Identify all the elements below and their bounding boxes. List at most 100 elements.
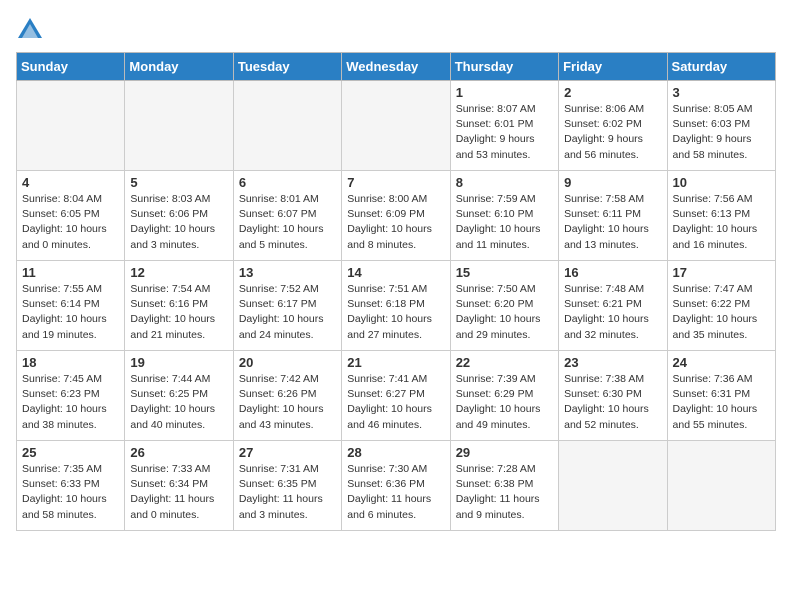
sunrise-text: Sunrise: 8:05 AM bbox=[673, 102, 770, 117]
daylight-text: Daylight: 10 hours and 3 minutes. bbox=[130, 222, 227, 252]
calendar-cell bbox=[17, 81, 125, 171]
daylight-text: Daylight: 10 hours and 38 minutes. bbox=[22, 402, 119, 432]
day-number: 9 bbox=[564, 175, 661, 190]
calendar-cell: 19 Sunrise: 7:44 AMSunset: 6:25 PMDayligh… bbox=[125, 351, 233, 441]
weekday-header-friday: Friday bbox=[559, 53, 667, 81]
day-detail: Sunrise: 7:31 AMSunset: 6:35 PMDaylight:… bbox=[239, 462, 336, 523]
sunrise-text: Sunrise: 8:07 AM bbox=[456, 102, 553, 117]
day-number: 25 bbox=[22, 445, 119, 460]
day-number: 23 bbox=[564, 355, 661, 370]
calendar-cell: 12 Sunrise: 7:54 AMSunset: 6:16 PMDayligh… bbox=[125, 261, 233, 351]
sunrise-text: Sunrise: 7:35 AM bbox=[22, 462, 119, 477]
day-number: 13 bbox=[239, 265, 336, 280]
daylight-text: Daylight: 10 hours and 8 minutes. bbox=[347, 222, 444, 252]
daylight-text: Daylight: 11 hours and 9 minutes. bbox=[456, 492, 553, 522]
day-detail: Sunrise: 7:50 AMSunset: 6:20 PMDaylight:… bbox=[456, 282, 553, 343]
calendar-cell: 7 Sunrise: 8:00 AMSunset: 6:09 PMDaylight… bbox=[342, 171, 450, 261]
day-detail: Sunrise: 7:41 AMSunset: 6:27 PMDaylight:… bbox=[347, 372, 444, 433]
daylight-text: Daylight: 11 hours and 0 minutes. bbox=[130, 492, 227, 522]
weekday-header-thursday: Thursday bbox=[450, 53, 558, 81]
sunset-text: Sunset: 6:26 PM bbox=[239, 387, 336, 402]
sunset-text: Sunset: 6:09 PM bbox=[347, 207, 444, 222]
calendar-cell: 10Sunrise: 7:56 AMSunset: 6:13 PMDayligh… bbox=[667, 171, 775, 261]
calendar-week-5: 25Sunrise: 7:35 AMSunset: 6:33 PMDayligh… bbox=[17, 441, 776, 531]
sunset-text: Sunset: 6:02 PM bbox=[564, 117, 661, 132]
day-number: 15 bbox=[456, 265, 553, 280]
daylight-text: Daylight: 9 hours and 56 minutes. bbox=[564, 132, 661, 162]
day-detail: Sunrise: 7:28 AMSunset: 6:38 PMDaylight:… bbox=[456, 462, 553, 523]
sunrise-text: Sunrise: 7:56 AM bbox=[673, 192, 770, 207]
day-number: 24 bbox=[673, 355, 770, 370]
sunset-text: Sunset: 6:06 PM bbox=[130, 207, 227, 222]
day-detail: Sunrise: 7:44 AMSunset: 6:25 PMDaylight:… bbox=[130, 372, 227, 433]
calendar-cell: 27Sunrise: 7:31 AMSunset: 6:35 PMDayligh… bbox=[233, 441, 341, 531]
sunrise-text: Sunrise: 7:30 AM bbox=[347, 462, 444, 477]
daylight-text: Daylight: 10 hours and 43 minutes. bbox=[239, 402, 336, 432]
sunrise-text: Sunrise: 7:44 AM bbox=[130, 372, 227, 387]
day-detail: Sunrise: 7:42 AMSunset: 6:26 PMDaylight:… bbox=[239, 372, 336, 433]
day-detail: Sunrise: 7:55 AMSunset: 6:14 PMDaylight:… bbox=[22, 282, 119, 343]
day-detail: Sunrise: 8:00 AMSunset: 6:09 PMDaylight:… bbox=[347, 192, 444, 253]
daylight-text: Daylight: 11 hours and 6 minutes. bbox=[347, 492, 444, 522]
sunset-text: Sunset: 6:21 PM bbox=[564, 297, 661, 312]
calendar-cell: 4 Sunrise: 8:04 AMSunset: 6:05 PMDaylight… bbox=[17, 171, 125, 261]
day-number: 4 bbox=[22, 175, 119, 190]
calendar-cell: 5Sunrise: 8:03 AMSunset: 6:06 PMDaylight… bbox=[125, 171, 233, 261]
sunset-text: Sunset: 6:20 PM bbox=[456, 297, 553, 312]
sunrise-text: Sunrise: 7:38 AM bbox=[564, 372, 661, 387]
sunrise-text: Sunrise: 7:48 AM bbox=[564, 282, 661, 297]
calendar-week-3: 11Sunrise: 7:55 AMSunset: 6:14 PMDayligh… bbox=[17, 261, 776, 351]
sunrise-text: Sunrise: 7:39 AM bbox=[456, 372, 553, 387]
daylight-text: Daylight: 11 hours and 3 minutes. bbox=[239, 492, 336, 522]
calendar-cell: 9 Sunrise: 7:58 AMSunset: 6:11 PMDaylight… bbox=[559, 171, 667, 261]
daylight-text: Daylight: 10 hours and 16 minutes. bbox=[673, 222, 770, 252]
day-detail: Sunrise: 7:58 AMSunset: 6:11 PMDaylight:… bbox=[564, 192, 661, 253]
sunrise-text: Sunrise: 7:55 AM bbox=[22, 282, 119, 297]
daylight-text: Daylight: 9 hours and 58 minutes. bbox=[673, 132, 770, 162]
sunset-text: Sunset: 6:29 PM bbox=[456, 387, 553, 402]
sunrise-text: Sunrise: 7:52 AM bbox=[239, 282, 336, 297]
sunset-text: Sunset: 6:35 PM bbox=[239, 477, 336, 492]
day-number: 12 bbox=[130, 265, 227, 280]
calendar-week-2: 4Sunrise: 8:04 AMSunset: 6:05 PMDaylight… bbox=[17, 171, 776, 261]
day-number: 7 bbox=[347, 175, 444, 190]
day-detail: Sunrise: 8:04 AMSunset: 6:05 PMDaylight:… bbox=[22, 192, 119, 253]
sunset-text: Sunset: 6:14 PM bbox=[22, 297, 119, 312]
daylight-text: Daylight: 10 hours and 29 minutes. bbox=[456, 312, 553, 342]
sunrise-text: Sunrise: 8:04 AM bbox=[22, 192, 119, 207]
sunrise-text: Sunrise: 7:31 AM bbox=[239, 462, 336, 477]
weekday-header-saturday: Saturday bbox=[667, 53, 775, 81]
day-number: 1 bbox=[456, 85, 553, 100]
day-number: 19 bbox=[130, 355, 227, 370]
day-number: 11 bbox=[22, 265, 119, 280]
calendar-cell: 2Sunrise: 8:06 AMSunset: 6:02 PMDaylight… bbox=[559, 81, 667, 171]
daylight-text: Daylight: 10 hours and 40 minutes. bbox=[130, 402, 227, 432]
day-number: 5 bbox=[130, 175, 227, 190]
calendar-cell: 15 Sunrise: 7:50 AMSunset: 6:20 PMDayligh… bbox=[450, 261, 558, 351]
daylight-text: Daylight: 9 hours and 53 minutes. bbox=[456, 132, 553, 162]
sunrise-text: Sunrise: 7:51 AM bbox=[347, 282, 444, 297]
day-detail: Sunrise: 7:54 AMSunset: 6:16 PMDaylight:… bbox=[130, 282, 227, 343]
daylight-text: Daylight: 10 hours and 46 minutes. bbox=[347, 402, 444, 432]
daylight-text: Daylight: 10 hours and 24 minutes. bbox=[239, 312, 336, 342]
weekday-header-wednesday: Wednesday bbox=[342, 53, 450, 81]
day-detail: Sunrise: 7:59 AMSunset: 6:10 PMDaylight:… bbox=[456, 192, 553, 253]
weekday-header-sunday: Sunday bbox=[17, 53, 125, 81]
calendar-cell: 1 Sunrise: 8:07 AMSunset: 6:01 PMDaylight… bbox=[450, 81, 558, 171]
daylight-text: Daylight: 10 hours and 58 minutes. bbox=[22, 492, 119, 522]
day-detail: Sunrise: 8:05 AMSunset: 6:03 PMDaylight:… bbox=[673, 102, 770, 163]
calendar-header-row: SundayMondayTuesdayWednesdayThursdayFrid… bbox=[17, 53, 776, 81]
calendar-cell: 29Sunrise: 7:28 AMSunset: 6:38 PMDayligh… bbox=[450, 441, 558, 531]
day-detail: Sunrise: 8:07 AMSunset: 6:01 PMDaylight:… bbox=[456, 102, 553, 163]
weekday-header-tuesday: Tuesday bbox=[233, 53, 341, 81]
daylight-text: Daylight: 10 hours and 13 minutes. bbox=[564, 222, 661, 252]
calendar-cell: 3Sunrise: 8:05 AMSunset: 6:03 PMDaylight… bbox=[667, 81, 775, 171]
sunrise-text: Sunrise: 7:36 AM bbox=[673, 372, 770, 387]
calendar-cell bbox=[233, 81, 341, 171]
sunset-text: Sunset: 6:05 PM bbox=[22, 207, 119, 222]
calendar-week-1: 1 Sunrise: 8:07 AMSunset: 6:01 PMDaylight… bbox=[17, 81, 776, 171]
sunset-text: Sunset: 6:33 PM bbox=[22, 477, 119, 492]
logo bbox=[16, 16, 46, 44]
daylight-text: Daylight: 10 hours and 35 minutes. bbox=[673, 312, 770, 342]
day-detail: Sunrise: 8:01 AMSunset: 6:07 PMDaylight:… bbox=[239, 192, 336, 253]
